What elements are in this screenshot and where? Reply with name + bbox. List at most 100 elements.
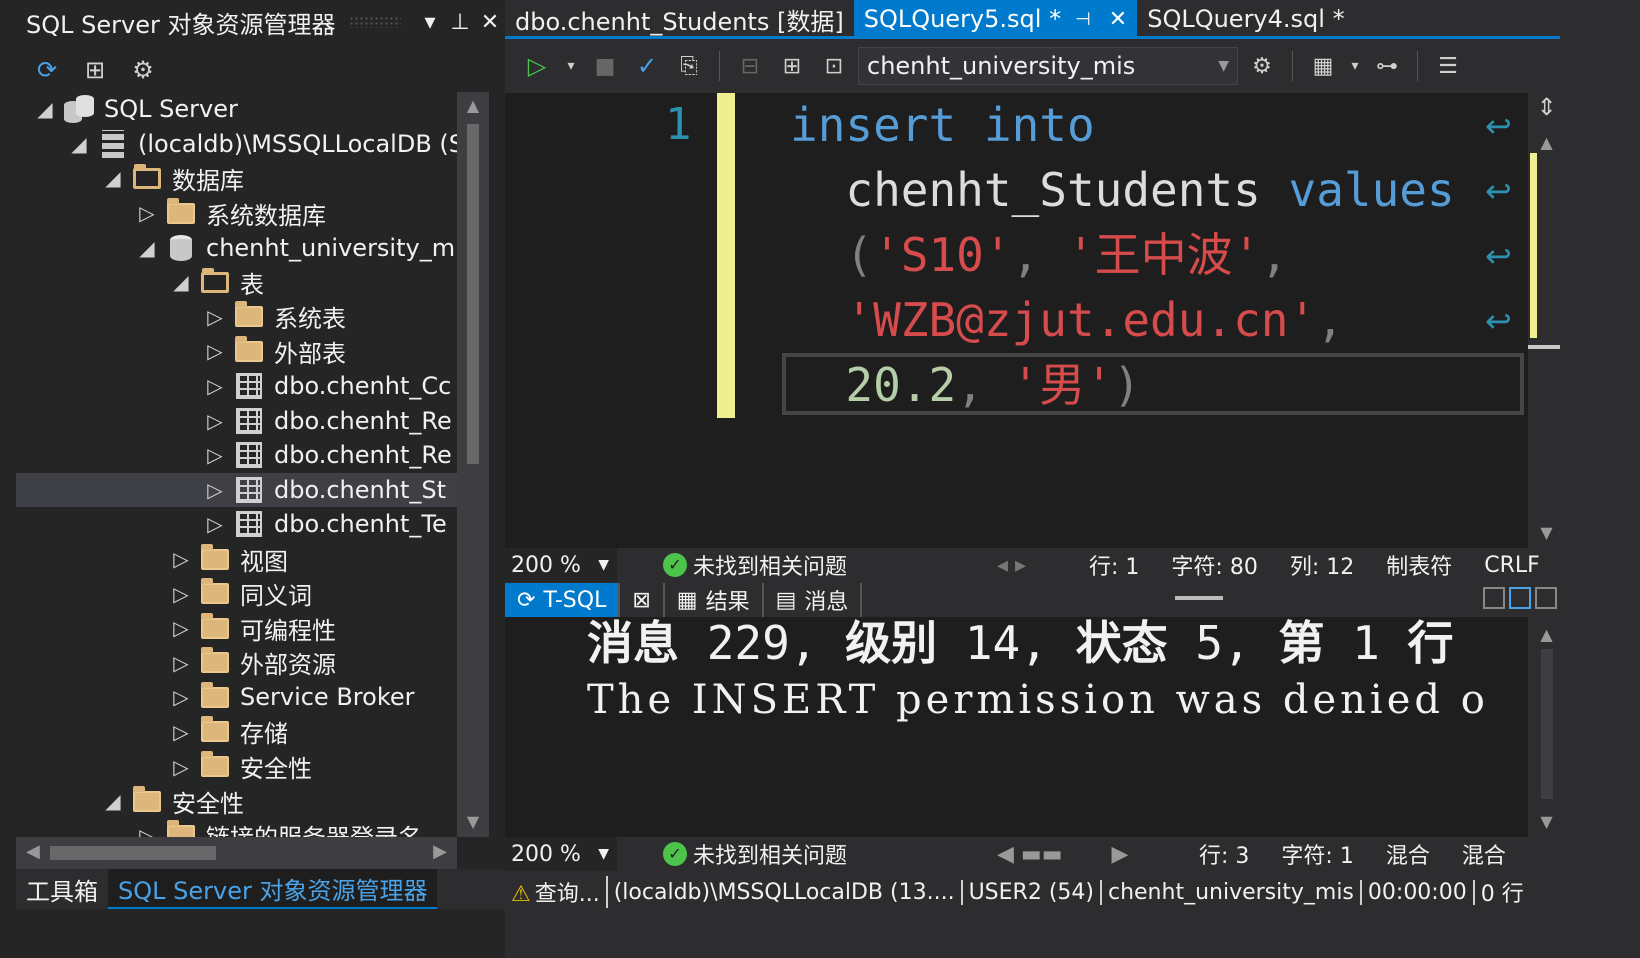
scroll-left-icon[interactable]: ◀ <box>26 841 40 862</box>
execute-dropdown-icon[interactable]: ▾ <box>561 48 581 84</box>
new-query-icon[interactable]: ⚙ <box>1244 48 1280 84</box>
new-query-icon[interactable]: ⚙ <box>126 53 160 87</box>
collapse-arrow-icon[interactable]: ◢ <box>62 132 96 156</box>
tree-node[interactable]: ▷ dbo.chenht_Te <box>16 507 457 542</box>
add-server-icon[interactable]: ⊞ <box>78 53 112 87</box>
expand-arrow-icon[interactable]: ▷ <box>164 720 198 744</box>
issue-nav[interactable]: ◂ ▸ <box>997 553 1057 578</box>
expand-arrow-icon[interactable]: ▷ <box>198 443 232 467</box>
tree-node[interactable]: ◢ (localdb)\MSSQLLocalDB (S <box>16 127 457 162</box>
tree-node[interactable]: ▷ dbo.chenht_St <box>16 472 457 508</box>
expand-arrow-icon[interactable]: ▷ <box>198 339 232 363</box>
zoom-selector[interactable]: 200 % ▼ <box>505 548 617 582</box>
tab-students-data[interactable]: dbo.chenht_Students [数据] <box>505 0 854 38</box>
tree-vertical-scrollbar[interactable]: ▲ ▼ <box>457 92 489 837</box>
sql-editor[interactable]: 1 insert into chenht_Students values ('S… <box>505 93 1528 548</box>
tree-node[interactable]: ◢ 安全性 <box>16 784 457 819</box>
tab-messages[interactable]: ▤ 消息 <box>764 583 863 617</box>
collapse-arrow-icon[interactable]: ◢ <box>164 270 198 294</box>
tree-node[interactable]: ▷ Service Broker <box>16 680 457 715</box>
tab-sql-server-object-explorer[interactable]: SQL Server 对象资源管理器 <box>108 869 438 909</box>
horizontal-split-icon[interactable] <box>1509 587 1531 609</box>
zoom-selector[interactable]: 200 % ▼ <box>505 837 617 871</box>
expand-arrow-icon[interactable]: ▷ <box>198 374 232 398</box>
resize-grip[interactable] <box>1175 596 1223 600</box>
messages-pane[interactable]: 消息 229, 级别 14, 状态 5, 第 1 行 The INSERT pe… <box>505 617 1528 837</box>
tab-toolbox[interactable]: 工具箱 <box>16 869 108 909</box>
tree-node[interactable]: ◢ 表 <box>16 265 457 300</box>
options-icon[interactable]: ☰ <box>1430 48 1466 84</box>
collapse-arrow-icon[interactable]: ◢ <box>28 97 62 121</box>
indent-mode[interactable]: 制表符 <box>1386 549 1452 581</box>
expand-arrow-icon[interactable]: ▷ <box>164 651 198 675</box>
tree-node[interactable]: ▷ 同义词 <box>16 576 457 611</box>
tree-node[interactable]: ▷ dbo.chenht_Cc <box>16 369 457 404</box>
collapse-arrow-icon[interactable]: ◢ <box>96 166 130 190</box>
expand-arrow-icon[interactable]: ▷ <box>164 582 198 606</box>
pin-icon[interactable]: ⊥ <box>445 10 475 35</box>
results-grid-icon[interactable]: ▦ <box>1305 48 1341 84</box>
expand-arrow-icon[interactable]: ▷ <box>198 512 232 536</box>
tree-node[interactable]: ▷ 系统数据库 <box>16 196 457 231</box>
tree-node[interactable]: ▷ 存储 <box>16 715 457 750</box>
indent-mode[interactable]: 混合 <box>1386 838 1430 870</box>
close-tab-icon[interactable]: ✕ <box>1109 7 1127 32</box>
tree-node[interactable]: ▷ 可编程性 <box>16 611 457 646</box>
tree-node[interactable]: ▷ 视图 <box>16 542 457 577</box>
tab-sqlquery4[interactable]: SQLQuery4.sql * <box>1137 0 1354 38</box>
scroll-right-icon[interactable]: ▶ <box>433 841 447 862</box>
close-icon[interactable]: ✕ <box>475 10 505 35</box>
expand-arrow-icon[interactable]: ▷ <box>164 755 198 779</box>
expand-arrow-icon[interactable]: ▷ <box>198 409 232 433</box>
database-selector[interactable]: chenht_university_mis ▼ <box>858 47 1238 85</box>
change-connection-icon[interactable]: ⊡ <box>816 48 852 84</box>
window-position-dropdown-icon[interactable]: ▾ <box>415 10 445 35</box>
tree-node[interactable]: ▷ 安全性 <box>16 749 457 784</box>
expand-arrow-icon[interactable]: ▷ <box>164 616 198 640</box>
scroll-thumb[interactable] <box>1541 649 1553 799</box>
tree-node[interactable]: ▷ 系统表 <box>16 300 457 335</box>
tab-results[interactable]: ▦ 结果 <box>665 583 764 617</box>
scroll-down-icon[interactable]: ▼ <box>457 812 489 831</box>
issues-indicator[interactable]: ✓ 未找到相关问题 <box>663 838 847 870</box>
tab-tsql[interactable]: ⟳ T-SQL <box>505 583 621 617</box>
tree-node[interactable]: ▷ 外部表 <box>16 334 457 369</box>
expand-arrow-icon[interactable]: ▷ <box>130 201 164 225</box>
estimated-plan-icon[interactable]: ⎘ <box>671 48 707 84</box>
results-dropdown-icon[interactable]: ▾ <box>1347 48 1363 84</box>
collapse-arrow-icon[interactable]: ◢ <box>96 789 130 813</box>
refresh-icon[interactable]: ⟳ <box>30 53 64 87</box>
parse-icon[interactable]: ✓ <box>629 48 665 84</box>
issues-indicator[interactable]: ✓ 未找到相关问题 <box>663 549 847 581</box>
tree-horizontal-scrollbar[interactable]: ◀ ▶ <box>16 837 457 869</box>
sql-code[interactable]: insert into chenht_Students values ('S10… <box>790 93 1455 418</box>
disconnect-icon[interactable]: ⊟ <box>732 48 768 84</box>
vertical-split-icon[interactable] <box>1483 587 1505 609</box>
expand-arrow-icon[interactable]: ▷ <box>198 478 232 502</box>
execute-icon[interactable]: ▷ <box>519 48 555 84</box>
line-ending[interactable]: CRLF <box>1484 553 1540 578</box>
scroll-thumb[interactable] <box>467 124 479 464</box>
tab-plan[interactable]: ⊠ <box>620 583 665 617</box>
scroll-up-icon[interactable]: ▲ <box>457 96 489 115</box>
connect-icon[interactable]: ⊞ <box>774 48 810 84</box>
tree-node[interactable]: ◢ 数据库 <box>16 161 457 196</box>
collapse-arrow-icon[interactable]: ◢ <box>130 236 164 260</box>
tree-node[interactable]: ▷ dbo.chenht_Re <box>16 403 457 438</box>
horizontal-scroll[interactable]: ◀ ▬▬ ▶ <box>997 842 1167 867</box>
expand-arrow-icon[interactable]: ▷ <box>198 305 232 329</box>
pin-icon[interactable]: ⊣ <box>1075 9 1091 30</box>
tree-node[interactable]: ▷ 链接的服务器登录名 <box>16 818 457 837</box>
stop-icon[interactable]: ■ <box>587 48 623 84</box>
expand-arrow-icon[interactable]: ▷ <box>130 824 164 837</box>
expand-arrow-icon[interactable]: ▷ <box>164 685 198 709</box>
line-ending[interactable]: 混合 <box>1462 838 1506 870</box>
tab-sqlquery5[interactable]: SQLQuery5.sql * ⊣ ✕ <box>853 0 1138 38</box>
tree-node[interactable]: ◢ SQL Server <box>16 92 457 127</box>
scroll-thumb[interactable] <box>50 846 216 860</box>
expand-arrow-icon[interactable]: ▷ <box>164 547 198 571</box>
collapse-pane-icon[interactable] <box>1535 587 1557 609</box>
tree-node[interactable]: ▷ dbo.chenht_Re <box>16 438 457 473</box>
tree-node[interactable]: ◢ chenht_university_m <box>16 230 457 265</box>
tree-node[interactable]: ▷ 外部资源 <box>16 646 457 681</box>
